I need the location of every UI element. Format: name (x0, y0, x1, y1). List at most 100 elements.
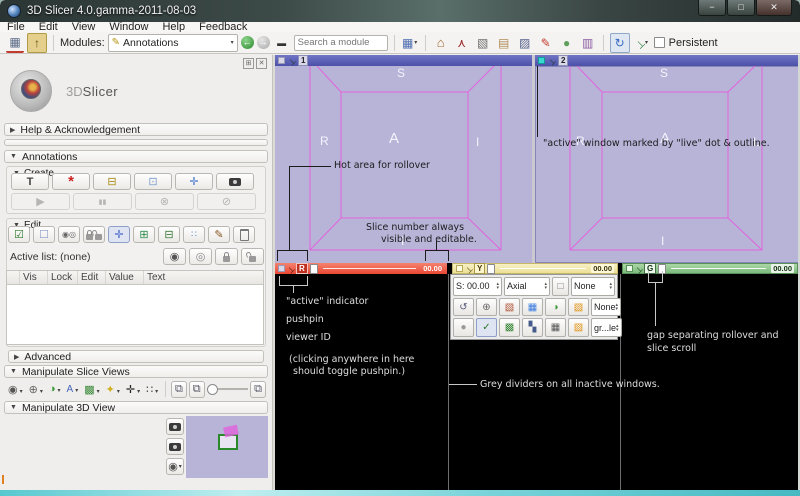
label-map-selector[interactable]: None ▴▾ (591, 298, 621, 317)
lock-all-button[interactable] (215, 248, 238, 265)
yellow-slice-number[interactable]: 00.00 (591, 264, 614, 273)
fit-slices-button[interactable]: ⧉ (171, 381, 187, 398)
save-icon[interactable]: ↑ (27, 33, 47, 53)
editor-module-icon[interactable]: ✎ (537, 34, 555, 52)
annotation-display-icon[interactable]: A▾ (65, 384, 81, 395)
mouse-mode-pin-icon[interactable]: ⊤ ▾ (633, 34, 651, 52)
volume-rendering-module-icon[interactable]: ▥ (579, 34, 597, 52)
red-slider-track[interactable] (323, 268, 416, 269)
lightbox-icon[interactable]: □ (552, 277, 569, 296)
viewer1-pushpin-icon[interactable]: ⊤ (286, 55, 297, 66)
crosshair-jump-icon[interactable]: ∷▾ (144, 383, 160, 396)
menu-file[interactable]: File (0, 22, 32, 32)
scene-snapshot-button[interactable] (166, 438, 184, 455)
col-text[interactable]: Text (144, 271, 263, 284)
done-button[interactable]: ⊘ (197, 193, 256, 210)
background-volume-icon[interactable]: ▧ (568, 318, 589, 337)
toggle-lock-button[interactable] (83, 226, 105, 243)
label-volume-icon[interactable]: ▧ (568, 298, 589, 317)
col-edit[interactable]: Edit (78, 271, 106, 284)
unlock-all-button[interactable] (241, 248, 264, 265)
play-button[interactable]: ▶ (11, 193, 70, 210)
foreground-selector[interactable]: None ▴▾ (571, 277, 615, 296)
cancel-button[interactable]: ⊗ (135, 193, 194, 210)
persistent-checkbox[interactable]: Persistent (654, 37, 718, 49)
label-opacity-button[interactable]: ⧉ (189, 381, 205, 398)
create-crosshair-button[interactable]: ✛ (175, 173, 213, 190)
manipulate-3d-view-section[interactable]: ▼ Manipulate 3D View (4, 401, 268, 414)
yellow-viewer-id[interactable]: Y (474, 263, 485, 274)
green-pushpin-icon[interactable]: ⊤ (633, 263, 644, 274)
advanced-section[interactable]: ▶ Advanced (8, 350, 264, 363)
green-slice-number[interactable]: 00.00 (771, 264, 794, 273)
help-acknowledgement-section[interactable]: ▶ Help & Acknowledgement (4, 123, 268, 136)
screenshot-button[interactable] (216, 173, 254, 190)
yellow-slider-handle[interactable] (487, 264, 495, 274)
create-fiducial-button[interactable]: * (52, 173, 90, 190)
red-pushpin-icon[interactable]: ⊤ (285, 263, 296, 274)
create-text-button[interactable]: T (11, 173, 49, 190)
viewer1-header[interactable]: ⊤ 1 (275, 55, 532, 66)
yellow-pushpin-icon[interactable]: ⊤ (463, 263, 474, 274)
col-vis[interactable]: Vis (20, 271, 48, 284)
search-input[interactable] (294, 35, 388, 51)
sphere-icon[interactable]: ● (453, 318, 474, 337)
model-cubes-icon[interactable]: ▩ (499, 318, 520, 337)
create-roi-button[interactable]: ⊡ (134, 173, 172, 190)
slice-link-icon[interactable]: ⊕ (476, 298, 497, 317)
screenshot-3d-button[interactable] (166, 418, 184, 435)
layout-selector-icon[interactable]: ▦▾ (401, 34, 419, 52)
spin-down-icon[interactable]: ▾ (496, 286, 499, 290)
menu-edit[interactable]: Edit (32, 22, 65, 32)
menu-window[interactable]: Window (102, 22, 155, 32)
background-selector[interactable]: gr...le ▴▾ (591, 318, 622, 337)
view3d-thumbnail[interactable] (186, 416, 268, 478)
jump-slices-button[interactable]: ✛ (108, 226, 130, 243)
minimize-icon[interactable]: − (698, 0, 726, 16)
red-slice-controller[interactable]: ⊤ R 00.00 (275, 263, 447, 274)
view-options-button[interactable]: ◉▾ (166, 458, 184, 475)
maximize-icon[interactable]: □ (727, 0, 755, 16)
yellow-slider-track[interactable] (500, 268, 586, 269)
annotations-section[interactable]: ▼ Annotations (4, 150, 268, 163)
module-history-icon[interactable]: ▬ (273, 34, 291, 52)
hide-all-icon[interactable]: ◎ (189, 248, 212, 265)
sparkle-icon[interactable]: ✦▾ (104, 383, 122, 396)
toggle-visibility-button[interactable]: ◉◎ (58, 226, 80, 243)
yellow-slice-controller[interactable]: ⊤ Y 00.00 (452, 263, 618, 274)
green-viewer-id[interactable]: G (644, 263, 656, 274)
show-all-icon[interactable]: ◉ (163, 248, 186, 265)
moon-threshold-icon[interactable]: ◑▾ (47, 383, 63, 395)
select-all-button[interactable]: ☑ (8, 226, 30, 243)
segmentation-module-icon[interactable]: ● (558, 34, 576, 52)
col-lock[interactable]: Lock (48, 271, 78, 284)
viewer2-body[interactable]: S R A L I (535, 66, 800, 263)
green-slider-track[interactable] (671, 268, 766, 269)
opacity-slider[interactable] (207, 388, 249, 390)
lightbox-grid-icon[interactable]: ▦ (522, 298, 543, 317)
markups-module-icon[interactable]: ⋏ (453, 34, 471, 52)
crosshair-mode-icon[interactable]: ✛▾ (124, 383, 142, 396)
toggle-labels-button[interactable]: ⧉ (250, 381, 266, 398)
slider-handle[interactable] (207, 384, 218, 395)
compositing-moon-icon[interactable]: ◑ (545, 298, 566, 317)
models-module-icon[interactable]: ▤ (495, 34, 513, 52)
menu-feedback[interactable]: Feedback (192, 22, 254, 32)
slice-offset-spinbox[interactable]: S: 00.00 ▴▾ (453, 277, 502, 296)
delete-button[interactable] (233, 226, 255, 243)
slice-link-icon[interactable]: ⊕▾ (27, 383, 45, 396)
rotate-to-volume-icon[interactable]: ↺ (453, 298, 474, 317)
refresh-views-icon[interactable]: ↻ (610, 33, 630, 53)
red-viewer-id[interactable]: R (296, 263, 308, 274)
edit-properties-button[interactable]: ✎ (208, 226, 230, 243)
module-back-icon[interactable]: ← (241, 36, 254, 49)
pause-button[interactable]: ▮▮ (73, 193, 132, 210)
annotations-table[interactable]: Vis Lock Edit Value Text (6, 270, 264, 345)
orientation-selector[interactable]: Axial ▴▾ (504, 277, 550, 296)
reformat-icon[interactable]: ▧ (499, 298, 520, 317)
grid-mesh-icon[interactable]: ▦ (545, 318, 566, 337)
create-ruler-button[interactable]: ⊟ (93, 173, 131, 190)
module-forward-icon[interactable]: → (257, 36, 270, 49)
menu-help[interactable]: Help (155, 22, 192, 32)
title-bar[interactable]: 3D Slicer 4.0.gamma-2011-08-03 − □ ✕ (0, 0, 800, 22)
